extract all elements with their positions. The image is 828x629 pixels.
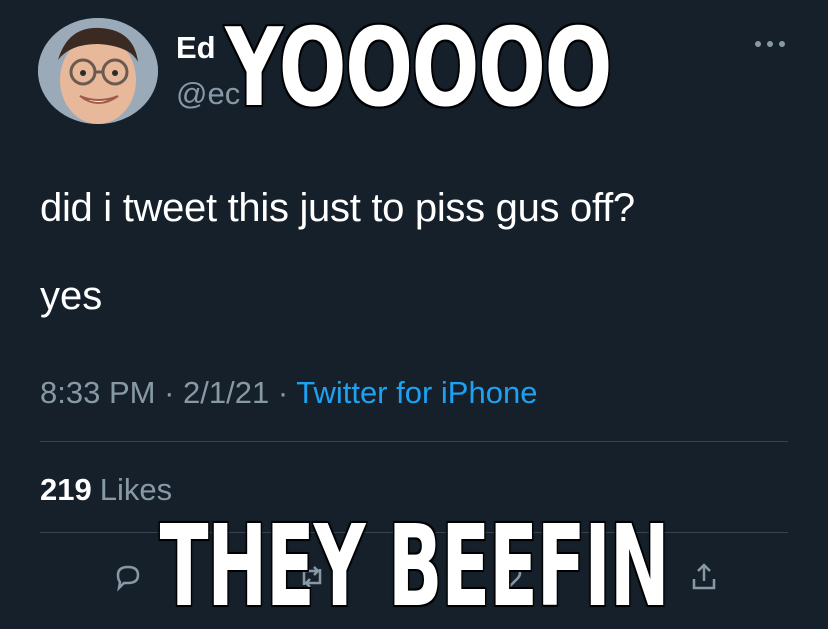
- tweet-meta: 8:33 PM · 2/1/21 · Twitter for iPhone: [40, 375, 537, 411]
- likes-count: 219: [40, 472, 92, 507]
- tweet-text: did i tweet this just to piss gus off?: [40, 186, 635, 230]
- reply-icon[interactable]: [112, 561, 144, 593]
- divider: [40, 441, 788, 442]
- tweet-time[interactable]: 8:33 PM: [40, 375, 155, 410]
- meta-separator: ·: [155, 375, 184, 410]
- more-horizontal-icon[interactable]: [750, 32, 790, 56]
- meme-caption-bottom: THEY BEEFIN: [159, 501, 671, 629]
- meme-caption-top: YOOOOO: [224, 5, 614, 133]
- share-icon[interactable]: [688, 561, 720, 593]
- tweet-date[interactable]: 2/1/21: [183, 375, 269, 410]
- tweet-text-reply: yes: [40, 274, 103, 318]
- meta-separator: ·: [269, 375, 297, 410]
- tweet-source-link[interactable]: Twitter for iPhone: [296, 375, 537, 410]
